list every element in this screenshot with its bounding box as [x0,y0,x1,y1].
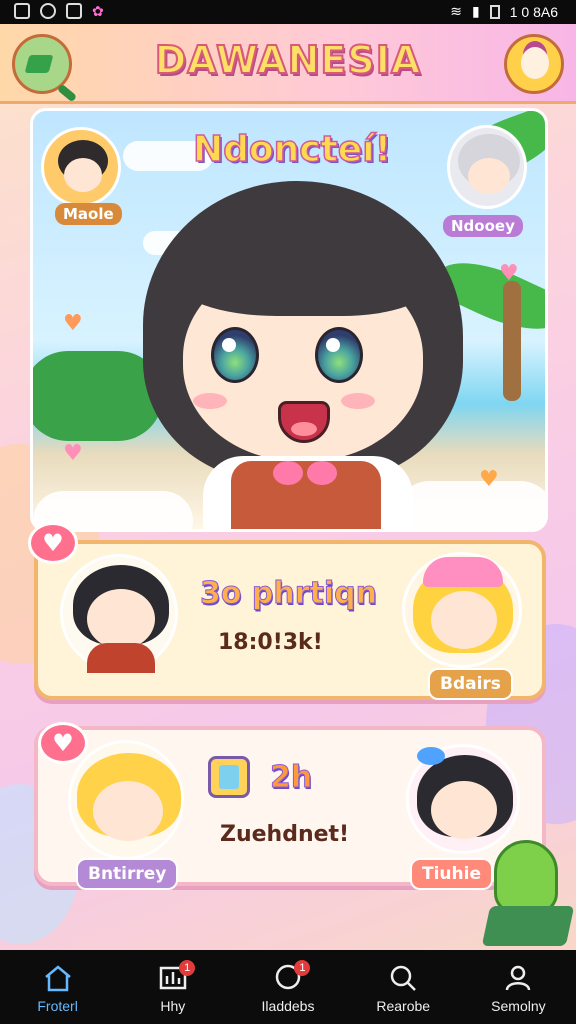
character-avatar-right[interactable] [447,125,527,209]
gallery-icon [66,3,82,19]
nav-label: Froterl [37,998,78,1014]
card-avatar-left[interactable] [60,554,178,673]
nav-item-search[interactable]: Rearobe [346,950,461,1024]
profile-icon [503,964,533,992]
notification-badge: 1 [294,960,311,976]
card-chip-left: Bntirrey [76,858,179,890]
nav-item-home[interactable]: Froterl [0,950,115,1024]
left-eye [211,327,259,383]
card-title: 2h [269,760,313,796]
nav-label: Rearobe [376,998,431,1014]
character-label-left: Maole [55,203,122,225]
heart-icon: ♥ [479,467,499,492]
card-title: 3o phrtiqn [199,576,378,612]
nav-item-stats[interactable]: 1 Hhy [115,950,230,1024]
heart-icon: ♥ [63,311,83,336]
bottom-navigation: Froterl 1 Hhy 1 Iladdebs Rearobe Semolny [0,950,576,1024]
nav-label: Hhy [160,998,186,1014]
notification-badge: 1 [179,960,196,976]
signal-icon: ▮ [472,3,480,19]
right-eye [315,327,363,383]
heart-icon: ♥ [499,261,519,286]
activity-card-2[interactable]: ♥ Bntirrey 2h Zuehdnet! Tiuhie [34,722,546,890]
sync-icon [40,3,56,19]
nav-label: Semolny [491,998,546,1014]
card-text: Zuehdnet! [220,822,350,847]
heart-icon: ♥ [63,441,83,466]
activity-card-1[interactable]: ♥ 3o phrtiqn 18:0!3k! Bdairs [28,522,546,700]
search-icon [388,964,418,992]
mascot-character[interactable] [480,840,576,950]
nav-item-messages[interactable]: 1 Iladdebs [230,950,345,1024]
app-screen: DAWANESIA Ndoncteí! Maole Ndooey ♥ ♥ ♥ ♥… [0,24,576,950]
flower-icon: ✿ [92,3,104,19]
back-button[interactable] [12,34,72,94]
card-avatar-right[interactable] [406,744,520,854]
app-header: DAWANESIA [0,24,576,104]
app-title: DAWANESIA [154,37,422,83]
status-time: 1 0 8A6 [509,3,558,20]
heart-bubble-icon: ♥ [38,722,88,764]
card-text: 18:0!3k! [218,630,323,655]
nav-label: Iladdebs [261,998,315,1014]
home-icon [43,964,73,992]
status-bar: ✿ ≋ ▮ 1 0 8A6 [0,0,576,24]
card-avatar-left[interactable] [68,740,184,860]
status-bar-notifications: ✿ [14,3,104,20]
character-label-right: Ndooey [443,215,523,237]
status-bar-system: ≋ ▮ 1 0 8A6 [450,3,558,20]
notification-icon [14,3,30,19]
book-icon [208,756,250,798]
nav-item-profile[interactable]: Semolny [461,950,576,1024]
wifi-icon: ≋ [450,3,463,19]
card-avatar-right[interactable] [402,552,522,668]
profile-avatar-button[interactable] [504,34,564,94]
card-chip-right: Bdairs [428,668,513,700]
battery-icon [489,4,500,19]
heart-bubble-icon: ♥ [28,522,78,564]
hero-banner[interactable]: Ndoncteí! Maole Ndooey ♥ ♥ ♥ ♥ [30,108,548,532]
character-avatar-left[interactable] [41,127,121,207]
